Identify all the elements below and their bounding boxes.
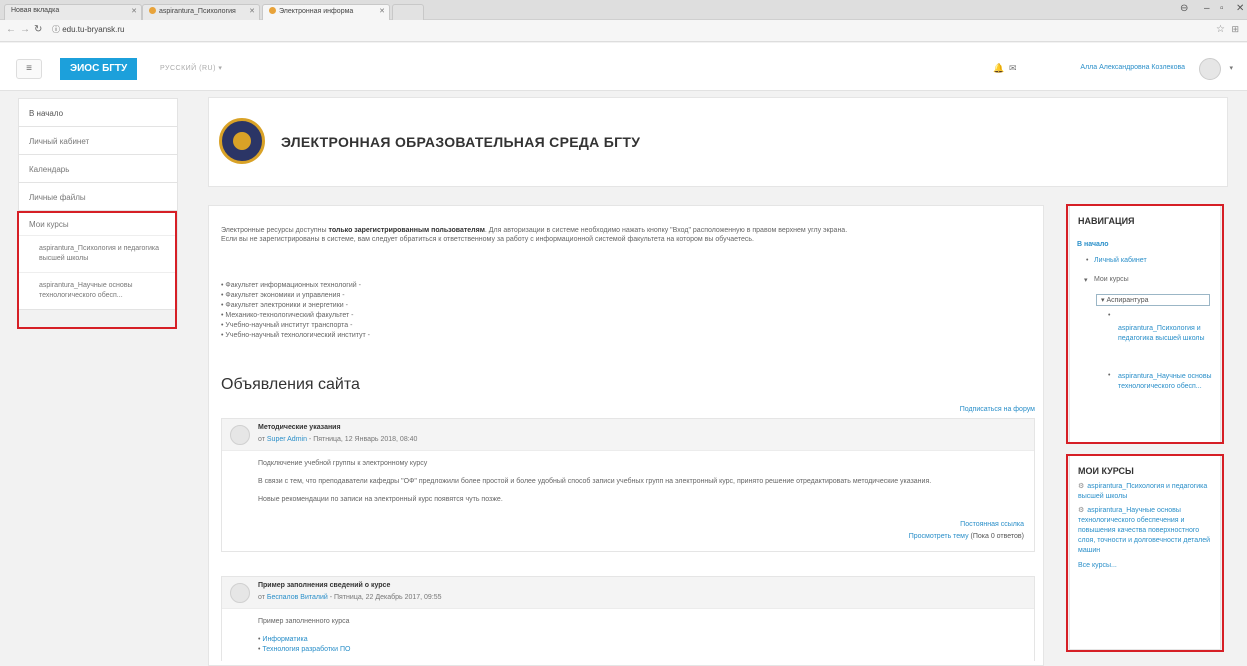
post-paragraph: Подключение учебной группы к электронном… xyxy=(258,460,428,467)
reply-count: (Пока 0 ответов) xyxy=(968,533,1024,540)
browser-tab-psychology[interactable]: aspirantura_Психология ✕ xyxy=(142,4,260,20)
language-menu[interactable]: РУССКИЙ (RU) ▾ xyxy=(160,64,222,72)
list-item: Учебно-научный институт транспорта - xyxy=(221,321,370,331)
post-byline: от Беспалов Виталий - Пятница, 22 Декабр… xyxy=(258,594,442,601)
extension-icon[interactable]: ⊞ xyxy=(1231,24,1239,35)
post-date: - Пятница, 12 Январь 2018, 08:40 xyxy=(306,436,418,443)
post-header: Методические указания от Super Admin - П… xyxy=(222,419,1034,451)
permalink-link[interactable]: Постоянная ссылка xyxy=(960,521,1024,528)
subscribe-link[interactable]: Подписаться на форум xyxy=(960,406,1035,413)
list-item: Факультет электроники и энергетики - xyxy=(221,301,370,311)
nav-private-files[interactable]: Личные файлы xyxy=(18,182,178,210)
forum-post: Методические указания от Super Admin - П… xyxy=(221,418,1035,552)
user-name[interactable]: Алла Александровна Козлекова xyxy=(1080,64,1185,71)
back-icon[interactable]: ← xyxy=(6,24,16,35)
post-paragraph: Новые рекомендации по записи на электрон… xyxy=(258,496,503,503)
post-body: Подключение учебной группы к электронном… xyxy=(222,451,1034,519)
list-item: Учебно-научный технологический институт … xyxy=(221,331,370,341)
site-header: ≡ ЭИОС БГТУ РУССКИЙ (RU) ▾ 🔔 ✉ Алла Алек… xyxy=(0,43,1247,91)
post-title: Пример заполнения сведений о курсе xyxy=(258,582,391,589)
maximize-icon[interactable]: ▫ xyxy=(1220,3,1224,14)
profile-icon[interactable]: ⊖ xyxy=(1180,3,1188,14)
tab-label: aspirantura_Психология xyxy=(159,8,236,15)
user-menu: 🔔 ✉ Алла Александровна Козлекова ▾ xyxy=(953,58,1233,80)
post-list-link[interactable]: Технология разработки ПО xyxy=(262,646,350,653)
list-item[interactable]: Технология разработки ПО xyxy=(258,645,1024,655)
nav-dashboard[interactable]: Личный кабинет xyxy=(18,126,178,154)
discuss-link[interactable]: Просмотреть тему xyxy=(909,533,969,540)
post-title: Методические указания xyxy=(258,424,341,431)
main-content: Электронные ресурсы доступны только заре… xyxy=(208,205,1044,666)
url-field[interactable]: ⓘ edu.tu-bryansk.ru xyxy=(52,24,125,35)
url-text: edu.tu-bryansk.ru xyxy=(62,25,125,34)
close-icon[interactable]: ✕ xyxy=(379,7,385,15)
new-tab-button[interactable] xyxy=(392,4,424,20)
post-header: Пример заполнения сведений о курсе от Бе… xyxy=(222,577,1034,609)
messages-icon[interactable]: ✉ xyxy=(1009,63,1017,74)
intro-prefix: Электронные ресурсы доступны xyxy=(221,227,329,234)
reload-icon[interactable]: ↻ xyxy=(34,24,42,35)
post-author-link[interactable]: Super Admin xyxy=(267,436,307,443)
forum-post: Пример заполнения сведений о курсе от Бе… xyxy=(221,576,1035,661)
list-item: Факультет информационных технологий - xyxy=(221,281,370,291)
browser-tab-new[interactable]: Новая вкладка ✕ xyxy=(4,4,142,20)
avatar[interactable] xyxy=(1199,58,1221,80)
address-bar: ← → ↻ ⓘ edu.tu-bryansk.ru ☆ ⊞ xyxy=(0,20,1247,42)
list-item: Факультет экономики и управления - xyxy=(221,291,370,301)
tab-label: Электронная информа xyxy=(279,8,354,15)
post-byline: от Super Admin - Пятница, 12 Январь 2018… xyxy=(258,436,417,443)
news-heading: Объявления сайта xyxy=(221,376,360,393)
post-date: - Пятница, 22 Декабрь 2017, 09:55 xyxy=(327,594,442,601)
post-paragraph: В связи с тем, что преподаватели кафедры… xyxy=(258,478,932,485)
highlight-frame-navigation xyxy=(1066,204,1224,444)
browser-tab-active[interactable]: Электронная информа ✕ xyxy=(262,4,390,20)
avatar[interactable] xyxy=(230,583,250,603)
minimize-icon[interactable]: – xyxy=(1204,3,1210,14)
list-item[interactable]: Информатика xyxy=(258,635,1024,645)
tab-label: Новая вкладка xyxy=(11,7,60,14)
forward-icon[interactable]: → xyxy=(20,24,30,35)
intro-bold: только зарегистрированным пользователям xyxy=(328,227,485,234)
post-author-link[interactable]: Беспалов Виталий xyxy=(267,594,328,601)
site-banner: ЭЛЕКТРОННАЯ ОБРАЗОВАТЕЛЬНАЯ СРЕДА БГТУ xyxy=(208,97,1228,187)
highlight-frame-left xyxy=(17,211,177,329)
menu-toggle-button[interactable]: ≡ xyxy=(16,59,42,79)
faculty-list: Факультет информационных технологий - Фа… xyxy=(221,281,370,341)
avatar[interactable] xyxy=(230,425,250,445)
browser-tab-bar: Новая вкладка ✕ aspirantura_Психология ✕… xyxy=(0,0,1247,20)
nav-home[interactable]: В начало xyxy=(18,98,178,126)
byline-prefix: от xyxy=(258,436,267,443)
moodle-favicon-icon xyxy=(269,7,276,14)
intro-suffix: . Для авторизации в системе необходимо н… xyxy=(484,227,848,234)
site-title: ЭЛЕКТРОННАЯ ОБРАЗОВАТЕЛЬНАЯ СРЕДА БГТУ xyxy=(281,134,641,150)
post-links: Постоянная ссылка Просмотреть тему (Пока… xyxy=(222,519,1034,551)
close-icon[interactable]: ✕ xyxy=(131,7,137,15)
post-list: Информатика Технология разработки ПО xyxy=(258,635,1024,655)
intro-text: Электронные ресурсы доступны только заре… xyxy=(221,226,1031,244)
university-logo xyxy=(219,118,265,164)
nav-calendar[interactable]: Календарь xyxy=(18,154,178,182)
bookmark-star-icon[interactable]: ☆ xyxy=(1216,24,1225,35)
close-window-icon[interactable]: ✕ xyxy=(1236,3,1244,14)
moodle-favicon-icon xyxy=(149,7,156,14)
post-list-link[interactable]: Информатика xyxy=(262,636,307,643)
intro-line2: Если вы не зарегистрированы в системе, в… xyxy=(221,236,754,243)
chevron-down-icon[interactable]: ▾ xyxy=(1229,64,1233,72)
post-paragraph: Пример заполненного курса xyxy=(258,618,350,625)
site-brand-button[interactable]: ЭИОС БГТУ xyxy=(60,58,138,80)
notification-icon[interactable]: 🔔 xyxy=(993,63,1004,74)
post-body: Пример заполненного курса Информатика Те… xyxy=(222,609,1034,661)
close-icon[interactable]: ✕ xyxy=(249,7,255,15)
byline-prefix: от xyxy=(258,594,267,601)
highlight-frame-mycourses xyxy=(1066,454,1224,652)
list-item: Механико-технологический факультет - xyxy=(221,311,370,321)
